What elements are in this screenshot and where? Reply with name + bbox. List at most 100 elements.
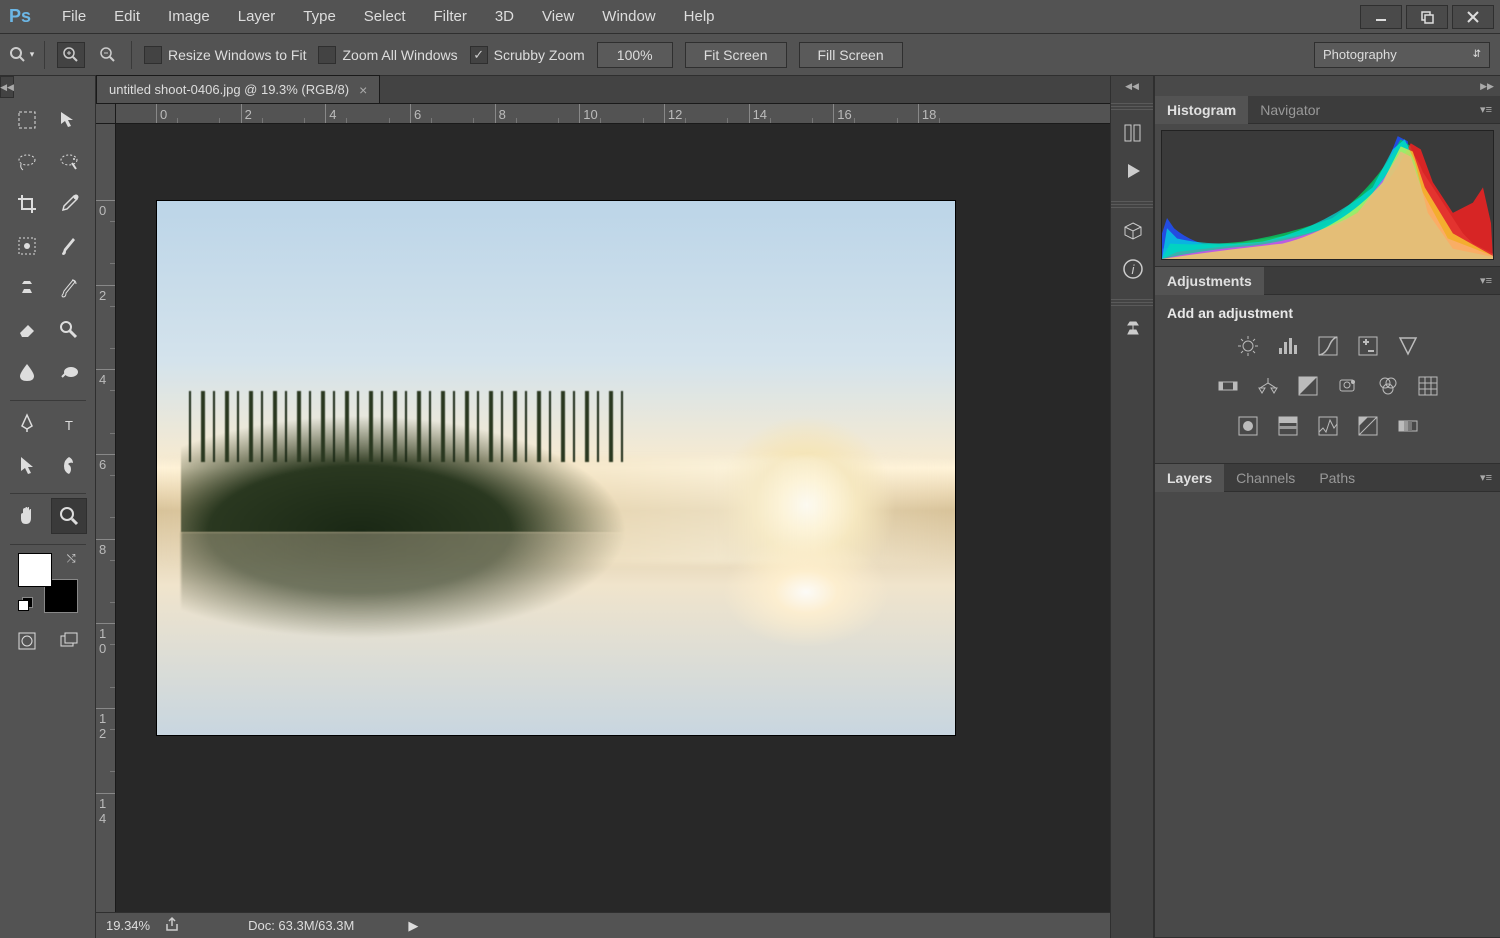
tab-title: untitled shoot-0406.jpg @ 19.3% (RGB/8)	[109, 82, 349, 97]
hue-saturation-icon[interactable]	[1215, 373, 1241, 399]
menu-select[interactable]: Select	[350, 0, 420, 34]
tab-channels[interactable]: Channels	[1224, 464, 1307, 492]
menu-layer[interactable]: Layer	[224, 0, 290, 34]
marquee-tool[interactable]	[9, 102, 45, 138]
clone-source-panel-icon[interactable]	[1111, 310, 1155, 348]
minimize-button[interactable]	[1360, 5, 1402, 29]
app-logo[interactable]: Ps	[6, 3, 34, 31]
zoom-all-checkbox[interactable]: Zoom All Windows	[318, 46, 457, 64]
fit-screen-button[interactable]: Fit Screen	[685, 42, 787, 68]
history-brush-tool[interactable]	[51, 270, 87, 306]
lasso-tool[interactable]	[9, 144, 45, 180]
color-lookup-icon[interactable]	[1415, 373, 1441, 399]
menu-window[interactable]: Window	[588, 0, 669, 34]
panels-collapse-handle[interactable]: ▶▶	[1474, 76, 1500, 96]
foreground-color-swatch[interactable]	[18, 553, 52, 587]
color-swatches[interactable]: ⤭	[18, 553, 78, 613]
vibrance-icon[interactable]	[1395, 333, 1421, 359]
vertical-ruler[interactable]: 02468101214	[96, 124, 116, 912]
tab-histogram[interactable]: Histogram	[1155, 96, 1248, 124]
properties-panel-icon[interactable]	[1111, 114, 1155, 152]
3d-panel-icon[interactable]	[1111, 212, 1155, 250]
tab-paths[interactable]: Paths	[1307, 464, 1367, 492]
move-tool[interactable]	[51, 102, 87, 138]
document-tab[interactable]: untitled shoot-0406.jpg @ 19.3% (RGB/8) …	[96, 75, 380, 103]
close-button[interactable]	[1452, 5, 1494, 29]
panel-menu-icon[interactable]: ▾≡	[1472, 103, 1500, 116]
horizontal-ruler[interactable]: 024681012141618	[116, 104, 1110, 124]
tool-preset-icon[interactable]: ▾	[10, 44, 32, 66]
document-area: untitled shoot-0406.jpg @ 19.3% (RGB/8) …	[96, 76, 1110, 938]
levels-icon[interactable]	[1275, 333, 1301, 359]
menu-view[interactable]: View	[528, 0, 588, 34]
resize-windows-checkbox[interactable]: Resize Windows to Fit	[144, 46, 306, 64]
status-doc-info[interactable]: Doc: 63.3M/63.3M	[248, 918, 354, 933]
photo-filter-icon[interactable]	[1335, 373, 1361, 399]
ruler-origin[interactable]	[96, 104, 116, 124]
tab-navigator[interactable]: Navigator	[1248, 96, 1332, 124]
fill-screen-button[interactable]: Fill Screen	[799, 42, 903, 68]
tab-close-icon[interactable]: ×	[359, 82, 367, 98]
document-canvas[interactable]	[156, 200, 956, 736]
blur-tool[interactable]	[9, 354, 45, 390]
brush-tool[interactable]	[51, 228, 87, 264]
tab-layers[interactable]: Layers	[1155, 464, 1224, 492]
hand-tool[interactable]	[9, 498, 45, 534]
menu-3d[interactable]: 3D	[481, 0, 528, 34]
crop-tool[interactable]	[9, 186, 45, 222]
zoom-level-field[interactable]: 100%	[597, 42, 673, 68]
swap-colors-icon[interactable]: ⤭	[67, 553, 76, 566]
gradient-map-icon[interactable]	[1395, 413, 1421, 439]
screen-mode-tool[interactable]	[51, 623, 87, 659]
dodge-tool[interactable]	[51, 312, 87, 348]
layers-list[interactable]	[1155, 492, 1500, 792]
tab-adjustments[interactable]: Adjustments	[1155, 267, 1264, 295]
quickmask-tool[interactable]	[9, 623, 45, 659]
panel-menu-icon[interactable]: ▾≡	[1472, 471, 1500, 484]
brightness-contrast-icon[interactable]	[1235, 333, 1261, 359]
zoom-out-icon[interactable]	[97, 44, 119, 66]
shape-tool[interactable]	[51, 447, 87, 483]
selective-color-icon[interactable]	[1355, 413, 1381, 439]
scrubby-zoom-checkbox[interactable]: ✓ Scrubby Zoom	[470, 46, 585, 64]
dock-collapse-handle[interactable]: ◀◀	[1111, 76, 1153, 96]
eraser-tool[interactable]	[9, 312, 45, 348]
actions-panel-icon[interactable]	[1111, 152, 1155, 190]
menu-type[interactable]: Type	[289, 0, 350, 34]
panel-menu-icon[interactable]: ▾≡	[1472, 274, 1500, 287]
menu-filter[interactable]: Filter	[420, 0, 481, 34]
curves-icon[interactable]	[1315, 333, 1341, 359]
workspace-dropdown[interactable]: Photography ⇵	[1314, 42, 1490, 68]
status-zoom[interactable]: 19.34%	[106, 918, 150, 933]
play-icon[interactable]: ▶	[408, 918, 418, 934]
text-tool[interactable]: T	[51, 405, 87, 441]
clone-stamp-tool[interactable]	[9, 270, 45, 306]
maximize-button[interactable]	[1406, 5, 1448, 29]
toolbox-collapse-handle[interactable]: ◀◀	[0, 76, 14, 98]
menu-image[interactable]: Image	[154, 0, 224, 34]
quick-selection-tool[interactable]	[9, 228, 45, 264]
path-selection-tool[interactable]	[9, 447, 45, 483]
black-white-icon[interactable]	[1295, 373, 1321, 399]
share-icon[interactable]	[164, 916, 180, 935]
zoom-in-icon[interactable]	[57, 42, 85, 68]
reset-colors-icon[interactable]	[18, 597, 32, 611]
canvas-viewport[interactable]	[116, 124, 1110, 912]
channel-mixer-icon[interactable]	[1375, 373, 1401, 399]
color-balance-icon[interactable]	[1255, 373, 1281, 399]
divider	[44, 41, 45, 69]
eyedropper-tool[interactable]	[51, 186, 87, 222]
gradient-tool[interactable]	[51, 354, 87, 390]
posterize-icon[interactable]	[1275, 413, 1301, 439]
pen-tool[interactable]	[9, 405, 45, 441]
magic-wand-tool[interactable]	[51, 144, 87, 180]
zoom-tool[interactable]	[51, 498, 87, 534]
invert-icon[interactable]	[1235, 413, 1261, 439]
menu-help[interactable]: Help	[670, 0, 729, 34]
histogram-display[interactable]	[1161, 130, 1494, 260]
info-panel-icon[interactable]: i	[1111, 250, 1155, 288]
threshold-icon[interactable]	[1315, 413, 1341, 439]
exposure-icon[interactable]	[1355, 333, 1381, 359]
menu-file[interactable]: File	[48, 0, 100, 34]
menu-edit[interactable]: Edit	[100, 0, 154, 34]
